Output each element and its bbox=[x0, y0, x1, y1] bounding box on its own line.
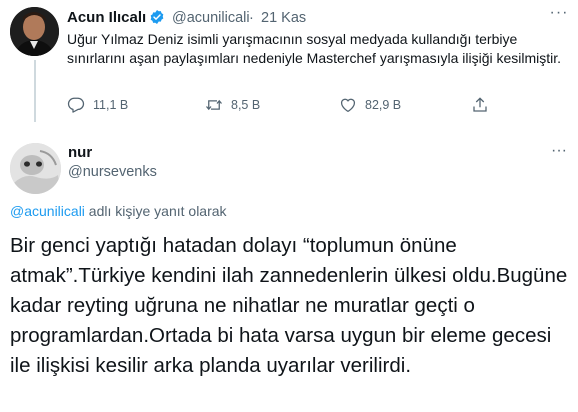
reply-count: 11,1 B bbox=[93, 98, 129, 112]
more-options-icon[interactable]: ··· bbox=[548, 4, 570, 22]
profile-photo-icon bbox=[10, 143, 61, 194]
tweet-text: Uğur Yılmaz Deniz isimli yarışmacının so… bbox=[67, 31, 562, 66]
like-button[interactable]: 82,9 B bbox=[339, 96, 401, 114]
avatar[interactable] bbox=[10, 7, 59, 56]
avatar[interactable] bbox=[10, 143, 61, 194]
author-name[interactable]: Acun Ilıcalı bbox=[67, 9, 146, 26]
profile-photo-icon bbox=[10, 7, 59, 56]
share-button[interactable] bbox=[471, 96, 497, 114]
reply-tweet-text: Bir genci yaptığı hatadan dolayı “toplum… bbox=[10, 234, 568, 377]
tweet-timestamp[interactable]: 21 Kas bbox=[261, 10, 306, 26]
tweet-actions: 11,1 B 8,5 B 82,9 B bbox=[67, 96, 527, 116]
thread-connector-line bbox=[34, 60, 36, 122]
replying-to-label: adlı kişiye yanıt olarak bbox=[84, 203, 227, 219]
author-name[interactable]: nur bbox=[68, 144, 92, 161]
retweet-count: 8,5 B bbox=[231, 98, 261, 112]
retweet-icon bbox=[206, 99, 222, 111]
more-options-icon[interactable]: ··· bbox=[548, 142, 570, 160]
verified-badge-icon bbox=[149, 9, 165, 25]
author-handle[interactable]: @nursevenks bbox=[68, 164, 157, 180]
author-handle[interactable]: @acunilicali bbox=[172, 10, 250, 26]
replying-to-mention[interactable]: @acunilicali bbox=[10, 203, 85, 219]
replying-to-line: @acunilicali adlı kişiye yanıt olarak bbox=[10, 203, 227, 219]
reply-icon bbox=[67, 97, 85, 113]
share-icon bbox=[473, 97, 487, 112]
reply-button[interactable]: 11,1 B bbox=[67, 96, 128, 114]
separator-dot: · bbox=[249, 10, 254, 26]
like-count: 82,9 B bbox=[365, 98, 402, 112]
like-icon bbox=[340, 98, 356, 113]
retweet-button[interactable]: 8,5 B bbox=[205, 96, 260, 114]
